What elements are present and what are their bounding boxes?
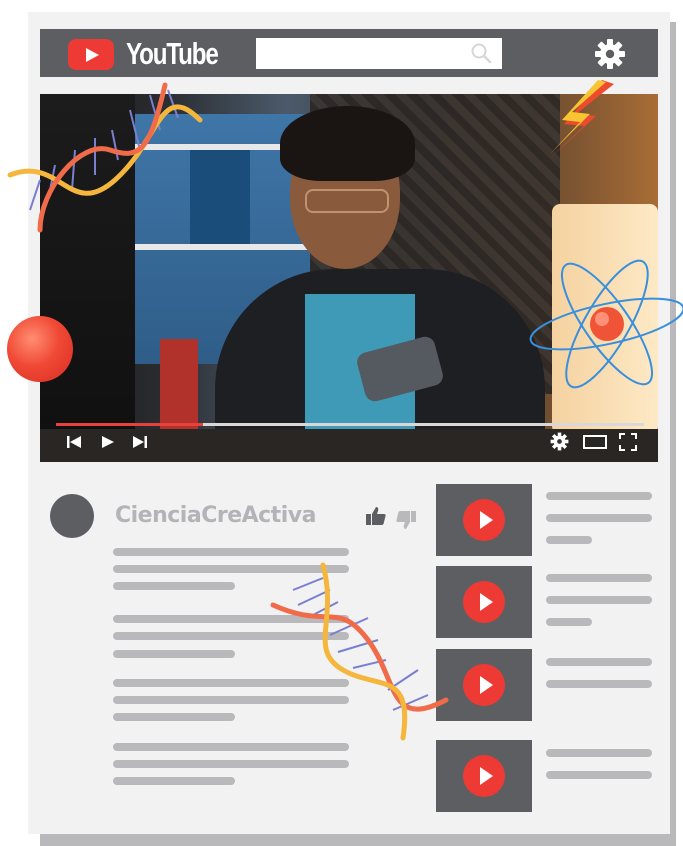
youtube-logo-icon (68, 38, 114, 70)
avatar[interactable] (50, 494, 94, 538)
search-input[interactable] (256, 38, 502, 69)
recommended-video-thumbnail[interactable] (436, 740, 532, 812)
play-button-icon (463, 581, 505, 623)
play-button-icon (463, 499, 505, 541)
play-button-icon (463, 664, 505, 706)
recommended-title-placeholder (546, 658, 652, 666)
text-placeholder (113, 713, 235, 721)
search-icon[interactable] (470, 42, 492, 64)
video-player[interactable] (40, 94, 658, 462)
channel-name[interactable]: CienciaCreActiva (115, 503, 316, 528)
text-placeholder (113, 743, 349, 751)
text-placeholder (113, 565, 349, 573)
progress-fill (56, 423, 203, 426)
recommended-video-thumbnail[interactable] (436, 484, 532, 556)
play-icon[interactable] (100, 434, 116, 450)
progress-bar[interactable] (56, 423, 644, 426)
play-button-icon (463, 755, 505, 797)
text-placeholder (113, 548, 349, 556)
recommended-video-thumbnail[interactable] (436, 566, 532, 638)
text-placeholder (113, 696, 349, 704)
settings-icon[interactable] (550, 432, 569, 451)
logo-text: YouTube (126, 36, 219, 71)
recommended-title-placeholder (546, 492, 652, 500)
recommended-title-placeholder (546, 574, 652, 582)
recommended-title-placeholder (546, 596, 652, 604)
recommended-title-placeholder (546, 618, 592, 626)
text-placeholder (113, 582, 235, 590)
thumbs-up-icon[interactable] (365, 505, 387, 527)
text-placeholder (113, 760, 349, 768)
thumbs-down-icon[interactable] (395, 509, 417, 531)
gear-icon[interactable] (594, 38, 626, 70)
theater-mode-icon[interactable] (583, 435, 607, 449)
recommended-title-placeholder (546, 771, 652, 779)
recommended-title-placeholder (546, 680, 652, 688)
recommended-title-placeholder (546, 749, 652, 757)
recommended-video-thumbnail[interactable] (436, 649, 532, 721)
recommended-title-placeholder (546, 514, 652, 522)
skip-forward-icon[interactable] (132, 434, 148, 450)
youtube-logo[interactable]: YouTube (68, 36, 244, 71)
text-placeholder (113, 632, 349, 640)
text-placeholder (113, 615, 349, 623)
text-placeholder (113, 679, 349, 687)
text-placeholder (113, 650, 235, 658)
recommended-title-placeholder (546, 536, 592, 544)
fullscreen-icon[interactable] (619, 433, 637, 451)
skip-back-icon[interactable] (66, 434, 82, 450)
text-placeholder (113, 777, 235, 785)
